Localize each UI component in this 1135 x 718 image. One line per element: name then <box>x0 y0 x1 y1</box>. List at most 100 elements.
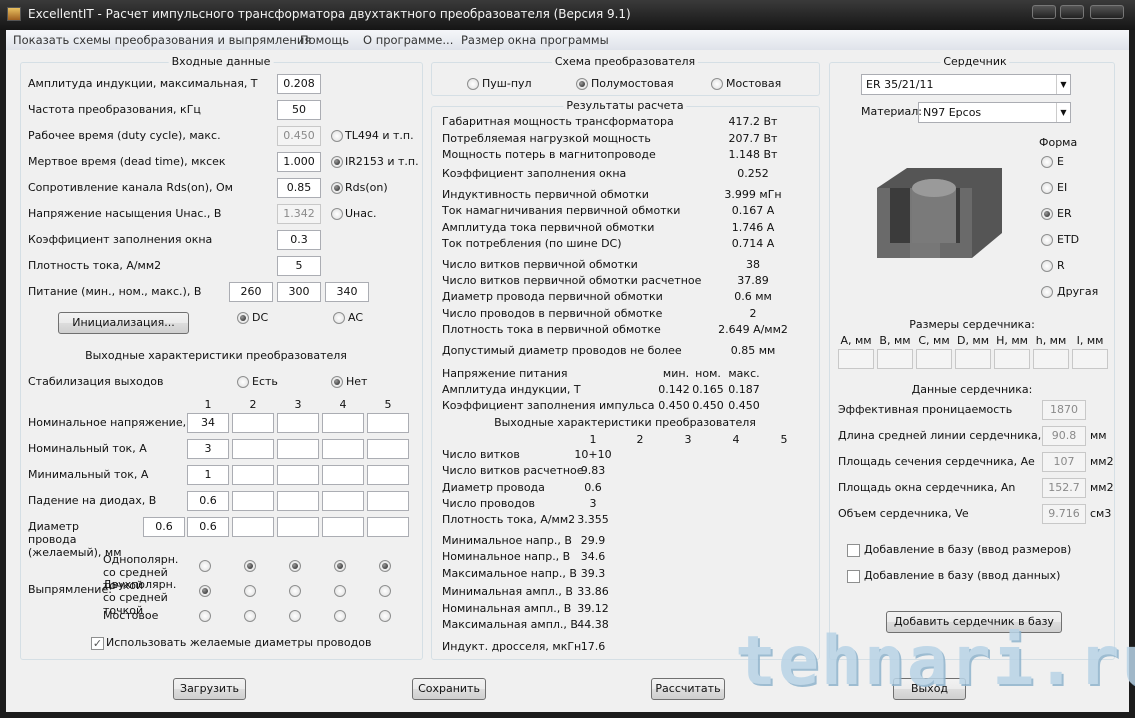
results-group-title: Результаты расчета <box>563 99 687 112</box>
results-out-col: 3 <box>684 433 692 446</box>
output-input[interactable] <box>232 517 274 537</box>
output-input[interactable] <box>367 413 409 433</box>
rect-radio[interactable] <box>199 610 211 622</box>
option-radio[interactable] <box>331 182 343 194</box>
output-input[interactable] <box>322 517 364 537</box>
output-input[interactable] <box>232 413 274 433</box>
rect-radio[interactable] <box>289 560 301 572</box>
output-input[interactable] <box>277 491 319 511</box>
output-input[interactable]: 0.6 <box>187 491 229 511</box>
rect-radio[interactable] <box>244 610 256 622</box>
init-button[interactable]: Инициализация... <box>58 312 189 334</box>
option-radio[interactable] <box>331 208 343 220</box>
dc-radio[interactable] <box>237 312 249 324</box>
output-input[interactable] <box>232 439 274 459</box>
scheme-radio[interactable] <box>711 78 723 90</box>
menu-help[interactable]: Помощь <box>300 33 349 47</box>
rect-radio[interactable] <box>199 585 211 597</box>
input-field[interactable]: 0.208 <box>277 74 321 94</box>
use-wire-checkbox[interactable]: ✓ <box>91 637 104 650</box>
core-select[interactable]: ER 35/21/11 ▼ <box>861 74 1071 95</box>
rect-radio[interactable] <box>379 560 391 572</box>
output-input[interactable] <box>232 491 274 511</box>
rect-radio[interactable] <box>244 560 256 572</box>
supply-input[interactable]: 300 <box>277 282 321 302</box>
output-input[interactable] <box>322 491 364 511</box>
shape-radio[interactable] <box>1041 234 1053 246</box>
rect-radio[interactable] <box>334 610 346 622</box>
input-field[interactable]: 5 <box>277 256 321 276</box>
material-label: Материал: <box>861 105 923 118</box>
option-radio[interactable] <box>331 130 343 142</box>
supply-col-header: макс. <box>728 367 760 380</box>
rect-radio[interactable] <box>334 560 346 572</box>
input-field[interactable]: 50 <box>277 100 321 120</box>
supply-row-value: 0.187 <box>728 383 760 396</box>
rect-radio[interactable] <box>289 610 301 622</box>
output-input[interactable] <box>277 413 319 433</box>
menu-window-size[interactable]: Размер окна программы <box>461 33 609 47</box>
output-input[interactable] <box>232 465 274 485</box>
calculate-button[interactable]: Рассчитать <box>651 678 725 700</box>
input-field[interactable]: 0.85 <box>277 178 321 198</box>
output-input[interactable] <box>277 517 319 537</box>
option-radio[interactable] <box>331 156 343 168</box>
maximize-button[interactable] <box>1060 5 1084 19</box>
load-button[interactable]: Загрузить <box>173 678 246 700</box>
output-input[interactable] <box>322 413 364 433</box>
output-input[interactable]: 0.6 <box>187 517 229 537</box>
output-input[interactable]: 34 <box>187 413 229 433</box>
size-label: B, мм <box>879 334 911 347</box>
supply-input[interactable]: 340 <box>325 282 369 302</box>
minimize-button[interactable] <box>1032 5 1056 19</box>
chevron-down-icon[interactable]: ▼ <box>1056 75 1070 94</box>
shape-radio[interactable] <box>1041 208 1053 220</box>
input-field[interactable]: 0.3 <box>277 230 321 250</box>
shape-radio[interactable] <box>1041 286 1053 298</box>
ac-radio[interactable] <box>333 312 345 324</box>
stab-yes-radio[interactable] <box>237 376 249 388</box>
add-data-checkbox[interactable] <box>847 570 860 583</box>
menu-schemes[interactable]: Показать схемы преобразования и выпрямле… <box>13 33 311 47</box>
rect-radio[interactable] <box>379 610 391 622</box>
rect-radio[interactable] <box>199 560 211 572</box>
output-input[interactable] <box>367 517 409 537</box>
menu-about[interactable]: О программе... <box>363 33 453 47</box>
stab-no-radio[interactable] <box>331 376 343 388</box>
scheme-radio[interactable] <box>467 78 479 90</box>
output-input[interactable] <box>322 439 364 459</box>
shape-option-label: EI <box>1057 181 1068 194</box>
shape-radio[interactable] <box>1041 156 1053 168</box>
shape-radio[interactable] <box>1041 182 1053 194</box>
add-sizes-checkbox[interactable] <box>847 544 860 557</box>
option-label: Uнас. <box>345 207 377 220</box>
shape-option-label: Другая <box>1057 285 1099 298</box>
output-input[interactable] <box>277 439 319 459</box>
supply-input[interactable]: 260 <box>229 282 273 302</box>
save-button[interactable]: Сохранить <box>412 678 486 700</box>
output-input[interactable]: 1 <box>187 465 229 485</box>
option-label: IR2153 и т.п. <box>345 155 419 168</box>
input-field[interactable]: 1.000 <box>277 152 321 172</box>
material-select[interactable]: N97 Epcos ▼ <box>918 102 1071 123</box>
result-value: 3.999 мГн <box>724 188 782 201</box>
scheme-radio[interactable] <box>576 78 588 90</box>
output-input[interactable]: 3 <box>187 439 229 459</box>
rect-radio[interactable] <box>244 585 256 597</box>
output-input[interactable] <box>322 465 364 485</box>
rect-radio[interactable] <box>379 585 391 597</box>
rect-radio[interactable] <box>289 585 301 597</box>
close-button[interactable] <box>1090 5 1124 19</box>
core-data-value: 107 <box>1042 452 1086 472</box>
output-input[interactable] <box>367 491 409 511</box>
chevron-down-icon[interactable]: ▼ <box>1056 103 1070 122</box>
result-label: Диаметр провода первичной обмотки <box>442 290 663 303</box>
output-row-label: Минимальный ток, А <box>28 468 149 481</box>
shape-radio[interactable] <box>1041 260 1053 272</box>
rect-radio[interactable] <box>334 585 346 597</box>
wire-diameter-input[interactable]: 0.6 <box>143 517 185 537</box>
output-input[interactable] <box>277 465 319 485</box>
output-input[interactable] <box>367 465 409 485</box>
shape-label: Форма <box>1039 136 1078 149</box>
output-input[interactable] <box>367 439 409 459</box>
